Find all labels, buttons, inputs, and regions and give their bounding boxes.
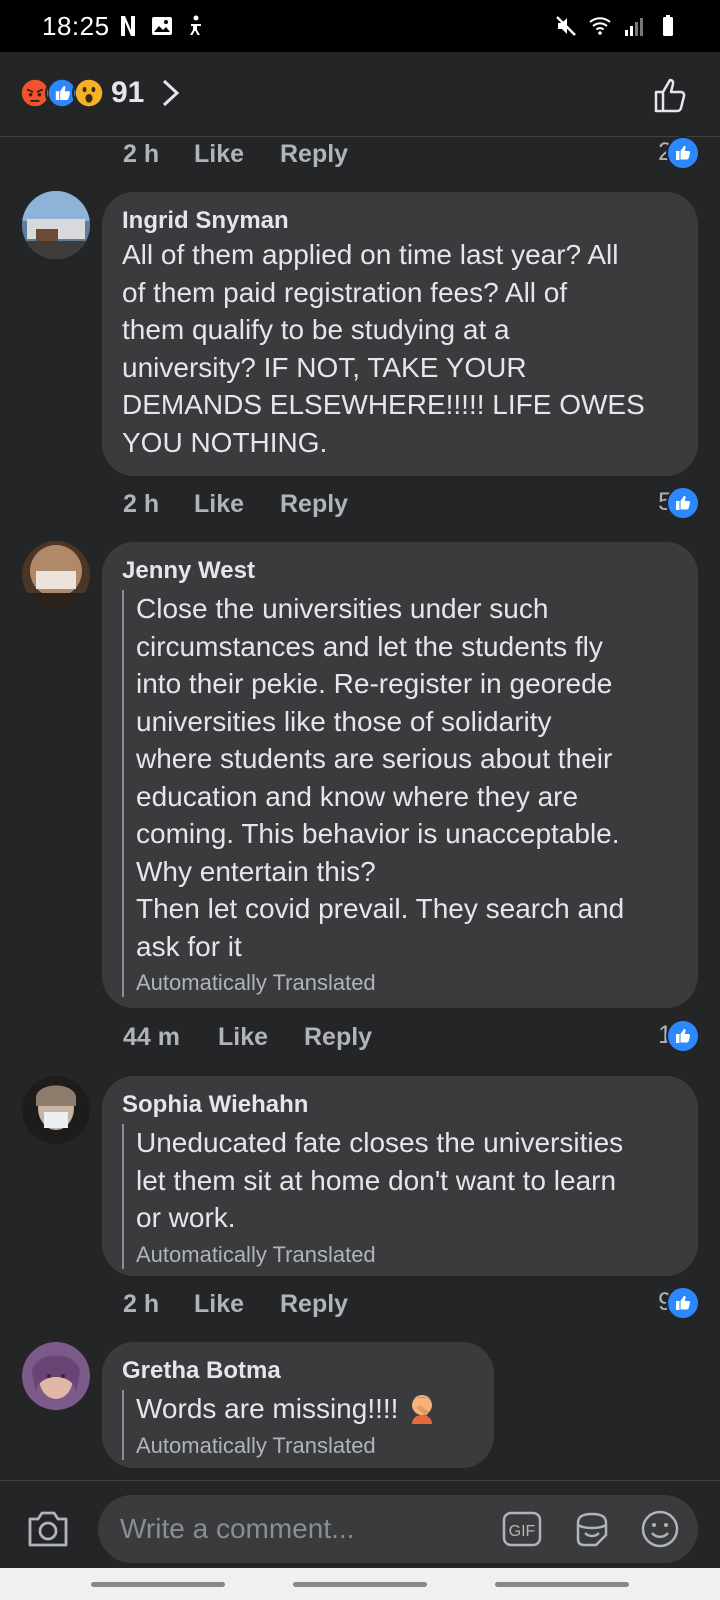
home-button[interactable]: [293, 1582, 427, 1587]
system-navigation-bar: [0, 1568, 720, 1600]
reply-button[interactable]: Reply: [280, 490, 348, 519]
gif-label: GIF: [509, 1523, 536, 1540]
reaction-emojis[interactable]: [18, 76, 108, 112]
like-button[interactable]: Like: [194, 140, 244, 169]
translated-block: Uneducated fate closes the universities …: [122, 1124, 678, 1269]
like-badge-icon: [666, 486, 700, 520]
accessibility-icon: [190, 15, 201, 35]
comment-bubble: Sophia Wiehahn Uneducated fate closes th…: [102, 1076, 698, 1276]
avatar[interactable]: [22, 1076, 90, 1144]
gif-icon[interactable]: GIF: [502, 1511, 542, 1547]
avatar[interactable]: [22, 191, 90, 259]
comment-bubble: Jenny West Close the universities under …: [102, 542, 698, 1008]
chevron-right-icon[interactable]: [160, 78, 182, 108]
notification-icons: [116, 14, 208, 38]
comment-time: 2 h: [123, 490, 160, 518]
translation-note[interactable]: Automatically Translated: [136, 969, 678, 997]
like-badge-icon: [666, 136, 700, 170]
reply-button[interactable]: Reply: [280, 1290, 348, 1319]
avatar-image: [22, 1076, 90, 1144]
signal-icon: [625, 18, 643, 36]
camera-icon[interactable]: [26, 1509, 70, 1549]
system-icons: [554, 14, 680, 38]
avatar-image: [22, 1342, 90, 1410]
like-button[interactable]: Like: [218, 1023, 268, 1052]
mute-icon: [556, 16, 576, 36]
comment-author[interactable]: Sophia Wiehahn: [122, 1090, 678, 1120]
comment-actions-row: 2 h Like Reply 9: [0, 1286, 720, 1326]
comment-author[interactable]: Gretha Botma: [122, 1356, 474, 1386]
wifi-icon: [589, 17, 611, 35]
comment-actions-row: 2 h Like Reply 5: [0, 486, 720, 526]
avatar[interactable]: [22, 1342, 90, 1410]
comment-actions-row: 2 h Like Reply 2: [0, 136, 720, 176]
comment-text: Close the universities under such circum…: [136, 593, 625, 962]
like-button[interactable]: Like: [194, 1290, 244, 1319]
comment-input-placeholder[interactable]: Write a comment...: [120, 1513, 354, 1545]
comment-actions-row: 44 m Like Reply 1: [0, 1019, 720, 1059]
reply-button[interactable]: Reply: [280, 140, 348, 169]
translated-block: Close the universities under such circum…: [122, 590, 678, 997]
comment-author[interactable]: Ingrid Snyman: [122, 206, 678, 236]
comment-text: All of them applied on time last year? A…: [122, 239, 645, 458]
comment-bubble: Ingrid Snyman All of them applied on tim…: [102, 192, 698, 476]
translation-note[interactable]: Automatically Translated: [136, 1241, 678, 1269]
translated-block: Words are missing!!!! Automatically Tran…: [122, 1390, 474, 1460]
sticker-icon[interactable]: [572, 1509, 612, 1549]
avatar-image: [22, 541, 90, 609]
gallery-icon: [152, 17, 172, 35]
thumbs-up-icon[interactable]: [652, 76, 690, 114]
comment-time: 44 m: [123, 1023, 180, 1051]
emoji-icon[interactable]: [640, 1509, 680, 1549]
recent-apps-button[interactable]: [91, 1582, 225, 1587]
back-button[interactable]: [495, 1582, 629, 1587]
comment-input[interactable]: Write a comment... GIF: [98, 1495, 698, 1563]
avatar-image: [22, 191, 90, 259]
comment-text: Words are missing!!!!: [136, 1390, 474, 1428]
reaction-count[interactable]: 91: [111, 76, 144, 110]
status-bar: 18:25: [0, 0, 720, 52]
netflix-icon: [121, 16, 135, 36]
avatar[interactable]: [22, 541, 90, 609]
reply-button[interactable]: Reply: [304, 1023, 372, 1052]
like-button[interactable]: Like: [194, 490, 244, 519]
translation-note[interactable]: Automatically Translated: [136, 1432, 474, 1460]
comment-text: Uneducated fate closes the universities …: [136, 1127, 624, 1233]
comment-text-body: Words are missing!!!!: [136, 1393, 407, 1424]
battery-icon: [663, 15, 673, 36]
wow-reaction-icon: [72, 76, 106, 110]
comment-bubble: Gretha Botma Words are missing!!!! Autom…: [102, 1342, 494, 1468]
like-badge-icon: [666, 1286, 700, 1320]
comment-time: 2 h: [123, 140, 160, 168]
facepalm-emoji-icon: [412, 1395, 433, 1424]
comment-composer: Write a comment... GIF: [0, 1480, 720, 1569]
comment-time: 2 h: [123, 1290, 160, 1318]
like-badge-icon: [666, 1019, 700, 1053]
reaction-summary-bar[interactable]: 91: [0, 52, 720, 137]
status-time: 18:25: [42, 11, 110, 41]
comment-author[interactable]: Jenny West: [122, 556, 678, 586]
